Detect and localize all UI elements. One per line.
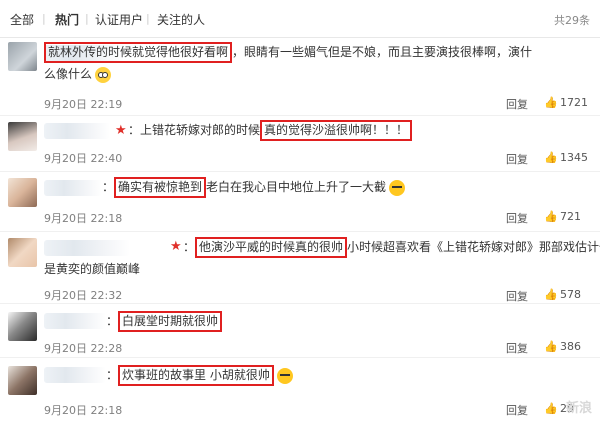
like-count: 1721 xyxy=(560,96,588,109)
like-count: 721 xyxy=(560,210,581,223)
comment-text: ：炊事班的故事里 小胡就很帅 xyxy=(106,364,293,387)
comment-text: 就林外传的时候就觉得他很好看啊 ，眼睛有一些媚气但是不娘，而且主要演技很棒啊，演什 xyxy=(44,41,532,64)
like-button[interactable]: 👍 721 xyxy=(544,210,581,223)
username-blurred[interactable] xyxy=(44,313,106,329)
comment-total-count: 共29条 xyxy=(554,14,590,27)
username-blurred[interactable] xyxy=(44,180,102,196)
comment-timestamp: 9月20日 22:19 xyxy=(44,98,123,111)
username-blurred[interactable] xyxy=(44,123,110,139)
highlight-box: 真的觉得沙溢很帅啊！！！ xyxy=(260,120,413,141)
tab-separator: | xyxy=(42,12,46,25)
reply-button[interactable]: 回复 xyxy=(506,402,528,418)
vip-star-icon: ★ xyxy=(115,123,127,138)
comment-text-line2: 是黄奕的颜值巅峰 xyxy=(44,262,141,276)
reply-button[interactable]: 回复 xyxy=(506,288,528,304)
watermark: 新浪 xyxy=(565,401,592,416)
comment-text: ：白展堂时期就很帅 xyxy=(106,310,223,333)
avatar[interactable] xyxy=(8,122,37,151)
username-blurred[interactable] xyxy=(44,240,130,256)
reply-button[interactable]: 回复 xyxy=(506,151,528,167)
reply-button[interactable]: 回复 xyxy=(506,340,528,356)
tab-following[interactable]: 关注的人 xyxy=(157,11,205,28)
tab-verified-users[interactable]: 认证用户 xyxy=(95,11,143,28)
comment-text: ：确实有被惊艳到 老白在我心目中地位上升了一大截 xyxy=(102,176,406,199)
avatar[interactable] xyxy=(8,366,37,395)
comment-item: ★ ：上错花轿嫁对郎的时候 真的觉得沙溢很帅啊！！！ 9月20日 22:40 回复… xyxy=(0,116,600,172)
avatar[interactable] xyxy=(8,312,37,341)
comment-text: ：他演沙平威的时候真的很帅 小时候超喜欢看《上错花轿嫁对郎》那部戏估计也 xyxy=(183,236,600,259)
like-button[interactable]: 👍 578 xyxy=(544,288,581,301)
tab-separator: | xyxy=(146,12,150,25)
like-count: 1345 xyxy=(560,151,588,164)
comment-text: ：上错花轿嫁对郎的时候 真的觉得沙溢很帅啊！！！ xyxy=(128,119,413,142)
comment-text-line2: 么像什么 xyxy=(44,63,112,86)
blush-emoji-icon xyxy=(95,66,112,83)
like-button[interactable]: 👍 386 xyxy=(544,340,581,353)
comment-timestamp: 9月20日 22:40 xyxy=(44,152,123,165)
comment-timestamp: 9月20日 22:32 xyxy=(44,289,123,302)
tab-all[interactable]: 全部 xyxy=(10,11,34,28)
filter-tab-bar: 全部 | 热门 | 认证用户 | 关注的人 共29条 xyxy=(0,0,600,38)
comment-item: ：白展堂时期就很帅 9月20日 22:28 回复 👍 386 xyxy=(0,304,600,358)
comment-item: ★ ：他演沙平威的时候真的很帅 小时候超喜欢看《上错花轿嫁对郎》那部戏估计也 是黄… xyxy=(0,232,600,304)
comment-timestamp: 9月20日 22:18 xyxy=(44,404,123,417)
thumbs-up-icon: 👍 xyxy=(544,288,558,301)
avatar[interactable] xyxy=(8,42,37,71)
like-button[interactable]: 👍 1345 xyxy=(544,151,588,164)
tab-separator: | xyxy=(85,12,89,25)
avatar[interactable] xyxy=(8,178,37,207)
highlight-box: 就林外传的时候就觉得他很好看啊 xyxy=(44,42,233,63)
comment-item: ：炊事班的故事里 小胡就很帅 9月20日 22:18 回复 👍 29 xyxy=(0,358,600,423)
thumbs-up-icon: 👍 xyxy=(544,210,558,223)
reply-button[interactable]: 回复 xyxy=(506,96,528,112)
reply-button[interactable]: 回复 xyxy=(506,210,528,226)
comment-item: ：确实有被惊艳到 老白在我心目中地位上升了一大截 9月20日 22:18 回复 👍… xyxy=(0,172,600,232)
thumbs-up-icon: 👍 xyxy=(544,340,558,353)
comment-item: 就林外传的时候就觉得他很好看啊 ，眼睛有一些媚气但是不娘，而且主要演技很棒啊，演什… xyxy=(0,38,600,116)
like-button[interactable]: 👍 1721 xyxy=(544,96,588,109)
thumbs-up-icon: 👍 xyxy=(544,96,558,109)
laughing-emoji-icon xyxy=(276,367,293,384)
laughing-emoji-icon xyxy=(389,179,406,196)
thumbs-up-icon: 👍 xyxy=(544,402,558,415)
username-blurred[interactable] xyxy=(44,367,106,383)
avatar[interactable] xyxy=(8,238,37,267)
like-count: 578 xyxy=(560,288,581,301)
thumbs-up-icon: 👍 xyxy=(544,151,558,164)
highlight-box: 炊事班的故事里 小胡就很帅 xyxy=(118,365,274,386)
highlight-box: 白展堂时期就很帅 xyxy=(118,311,223,332)
tab-hot[interactable]: 热门 xyxy=(55,11,79,28)
highlight-box: 确实有被惊艳到 xyxy=(114,177,207,198)
vip-star-icon: ★ xyxy=(170,239,182,254)
like-count: 386 xyxy=(560,340,581,353)
comment-timestamp: 9月20日 22:18 xyxy=(44,212,123,225)
highlight-box: 他演沙平威的时候真的很帅 xyxy=(195,237,348,258)
comment-timestamp: 9月20日 22:28 xyxy=(44,342,123,355)
